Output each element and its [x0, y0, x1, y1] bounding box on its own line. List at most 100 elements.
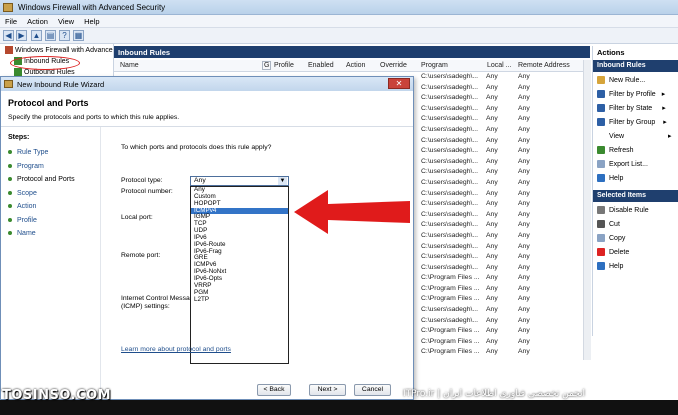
action-view[interactable]: View ▸: [609, 132, 672, 140]
table-row[interactable]: C:\users\sadegh\... Any Any: [418, 231, 590, 242]
step-dot-icon: [8, 218, 12, 223]
action-help-2[interactable]: Help: [597, 262, 623, 270]
col-local[interactable]: Local ...: [487, 62, 512, 69]
watermark-right: ITPro.ir | انجمن تخصصی فناوری اطلاعات ای…: [403, 389, 586, 399]
col-action[interactable]: Action: [346, 62, 365, 69]
action-export[interactable]: Export List...: [597, 160, 648, 168]
actions-section-inbound[interactable]: Inbound Rules: [593, 60, 678, 72]
list-scrollbar[interactable]: [583, 60, 591, 360]
step-scope[interactable]: Scope: [8, 190, 37, 197]
table-row[interactable]: C:\users\sadegh\... Any Any: [418, 157, 590, 168]
actions-section-selected[interactable]: Selected Items: [593, 190, 678, 202]
cancel-button[interactable]: Cancel: [354, 384, 391, 396]
steps-label: Steps:: [8, 134, 30, 141]
table-row[interactable]: C:\Program Files ... Any Any: [418, 347, 590, 358]
menu-help[interactable]: Help: [79, 15, 104, 28]
menu-view[interactable]: View: [53, 15, 79, 28]
table-cell: Any: [486, 348, 498, 356]
protocol-dropdown-list[interactable]: Any Custom HOPOPT ICMPv4 IGMP TCP UDP IPv6 IPv6-…: [190, 186, 289, 364]
table-cell: C:\Program Files ...: [421, 337, 480, 345]
menu-file[interactable]: File: [0, 15, 22, 28]
step-program[interactable]: Program: [8, 163, 44, 170]
table-row[interactable]: C:\users\sadegh\... Any Any: [418, 136, 590, 147]
highlight-circle: [10, 56, 80, 70]
table-row[interactable]: C:\users\sadegh\... Any Any: [418, 263, 590, 274]
table-row[interactable]: C:\Program Files ... Any Any: [418, 326, 590, 337]
forward-icon[interactable]: ▶: [16, 30, 27, 41]
properties-icon[interactable]: ▦: [73, 30, 84, 41]
table-row[interactable]: C:\users\sadegh\... Any Any: [418, 83, 590, 94]
table-row[interactable]: C:\users\sadegh\... Any Any: [418, 93, 590, 104]
back-icon[interactable]: ◀: [3, 30, 14, 41]
table-row[interactable]: C:\users\sadegh\... Any Any: [418, 114, 590, 125]
action-filter-state[interactable]: Filter by State ▸: [597, 104, 666, 113]
table-cell: C:\users\sadegh\...: [421, 83, 479, 91]
action-refresh[interactable]: Refresh: [597, 146, 634, 154]
table-cell: Any: [518, 189, 530, 197]
action-delete[interactable]: Delete: [597, 248, 629, 256]
table-cell: Any: [486, 157, 498, 165]
table-row[interactable]: C:\users\sadegh\... Any Any: [418, 210, 590, 221]
close-icon[interactable]: ✕: [388, 78, 410, 89]
action-copy[interactable]: Copy: [597, 234, 625, 242]
action-help[interactable]: Help: [597, 174, 623, 182]
step-dot-icon: [8, 164, 12, 169]
chevron-down-icon[interactable]: ▼: [278, 177, 287, 185]
rule-rows: C:\users\sadegh\... Any Any C:\users\sadegh…: [418, 72, 590, 358]
action-disable-rule[interactable]: Disable Rule: [597, 206, 649, 214]
step-rule-type[interactable]: Rule Type: [8, 149, 48, 156]
table-row[interactable]: C:\users\sadegh\... Any Any: [418, 316, 590, 327]
menu-bar: File Action View Help: [0, 15, 678, 28]
step-dot-icon: [8, 191, 12, 196]
table-row[interactable]: C:\users\sadegh\... Any Any: [418, 252, 590, 263]
protocol-type-select[interactable]: Any ▼: [190, 176, 289, 186]
table-row[interactable]: C:\users\sadegh\... Any Any: [418, 72, 590, 83]
table-row[interactable]: C:\users\sadegh\... Any Any: [418, 146, 590, 157]
help-icon[interactable]: ?: [59, 30, 70, 41]
table-row[interactable]: C:\Program Files ... Any Any: [418, 294, 590, 305]
table-row[interactable]: C:\users\sadegh\... Any Any: [418, 220, 590, 231]
show-tree-icon[interactable]: ▤: [45, 30, 56, 41]
action-filter-profile[interactable]: Filter by Profile ▸: [597, 90, 665, 99]
table-row[interactable]: C:\users\sadegh\... Any Any: [418, 125, 590, 136]
table-row[interactable]: C:\Program Files ... Any Any: [418, 273, 590, 284]
step-protocol-ports[interactable]: Protocol and Ports: [8, 176, 75, 183]
table-cell: Any: [486, 274, 498, 282]
step-action[interactable]: Action: [8, 203, 36, 210]
table-row[interactable]: C:\users\sadegh\... Any Any: [418, 189, 590, 200]
back-button[interactable]: < Back: [257, 384, 291, 396]
action-cut[interactable]: Cut: [597, 220, 620, 228]
menu-action[interactable]: Action: [22, 15, 53, 28]
table-cell: Any: [486, 73, 498, 80]
table-row[interactable]: C:\users\sadegh\... Any Any: [418, 242, 590, 253]
dropdown-option[interactable]: L2TP: [191, 296, 288, 304]
table-row[interactable]: C:\Program Files ... Any Any: [418, 337, 590, 348]
col-profile[interactable]: Profile: [274, 62, 294, 69]
tree-root[interactable]: Windows Firewall with Advance: [5, 46, 113, 54]
learn-more-link[interactable]: Learn more about protocol and ports: [121, 346, 231, 353]
column-headers: Name G Profile Enabled Action Override P…: [114, 60, 590, 72]
table-row[interactable]: C:\users\sadegh\... Any Any: [418, 305, 590, 316]
table-row[interactable]: C:\Program Files ... Any Any: [418, 284, 590, 295]
group-icon[interactable]: G: [262, 61, 272, 70]
table-row[interactable]: C:\users\sadegh\... Any Any: [418, 104, 590, 115]
col-enabled[interactable]: Enabled: [308, 62, 334, 69]
table-row[interactable]: C:\users\sadegh\... Any Any: [418, 199, 590, 210]
table-cell: C:\users\sadegh\...: [421, 189, 479, 197]
step-profile[interactable]: Profile: [8, 217, 37, 224]
table-row[interactable]: C:\users\sadegh\... Any Any: [418, 178, 590, 189]
action-new-rule[interactable]: New Rule...: [597, 76, 645, 84]
action-filter-group[interactable]: Filter by Group ▸: [597, 118, 667, 127]
table-cell: C:\users\sadegh\...: [421, 210, 479, 218]
col-remote[interactable]: Remote Address: [518, 62, 570, 69]
up-folder-icon[interactable]: ▲: [31, 30, 42, 41]
table-cell: Any: [518, 253, 530, 261]
next-button[interactable]: Next >: [309, 384, 346, 396]
col-program[interactable]: Program: [421, 62, 448, 69]
help-icon: [597, 174, 605, 182]
table-cell: Any: [518, 168, 530, 176]
col-override[interactable]: Override: [380, 62, 407, 69]
table-row[interactable]: C:\users\sadegh\... Any Any: [418, 167, 590, 178]
step-name[interactable]: Name: [8, 230, 36, 237]
col-name[interactable]: Name: [120, 62, 139, 69]
